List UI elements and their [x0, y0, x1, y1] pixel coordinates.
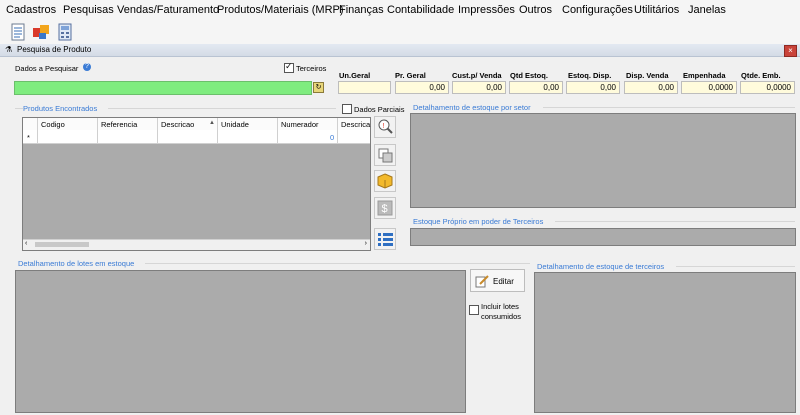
- stat-prgeral: 0,00: [395, 81, 449, 94]
- third-party-stock-title: Detalhamento de estoque de terceiros: [537, 262, 665, 271]
- menu-janelas[interactable]: Janelas: [688, 4, 726, 16]
- numerador-cell[interactable]: 0: [330, 133, 334, 142]
- col-divider: [157, 118, 158, 143]
- parciais-label: Dados Parciais: [354, 105, 405, 114]
- third-party-stock-group-line: [676, 266, 795, 267]
- menu-utilitarios[interactable]: Utilitários: [634, 4, 679, 16]
- stat-dispvenda: 0,00: [624, 81, 678, 94]
- stat-qtdestoq: 0,00: [509, 81, 563, 94]
- terceiros-label: Terceiros: [296, 64, 327, 73]
- stat-custvenda: 0,00: [452, 81, 506, 94]
- col-descricao2[interactable]: Descrica: [341, 120, 370, 129]
- lots-group-line: [145, 263, 530, 264]
- col-divider: [217, 118, 218, 143]
- search-go-icon[interactable]: ↻: [313, 82, 324, 93]
- flag-icon[interactable]: [31, 22, 51, 42]
- dollar-icon[interactable]: $: [374, 197, 396, 219]
- edit-label: Editar: [493, 277, 514, 286]
- toolbar: [0, 20, 800, 45]
- products-title: Produtos Encontrados: [23, 104, 98, 113]
- menu-contabilidade[interactable]: Contabilidade: [387, 4, 454, 16]
- third-party-own-title: Estoque Próprio em poder de Terceiros: [413, 217, 544, 226]
- stat-header-prgeral: Pr. Geral: [395, 71, 426, 80]
- calculator-icon[interactable]: [55, 22, 75, 42]
- col-divider: [97, 118, 98, 143]
- products-grid[interactable]: Codigo Referencia Descricao ▲ Unidade Nu…: [22, 117, 371, 251]
- stat-header-qtdeemb: Qtde. Emb.: [741, 71, 781, 80]
- search-label: Dados a Pesquisar: [15, 64, 79, 73]
- parciais-checkbox[interactable]: [342, 104, 352, 114]
- stat-empenhada: 0,0000: [681, 81, 737, 94]
- list-icon[interactable]: [8, 22, 28, 42]
- stat-header-estoqdisp: Estoq. Disp.: [568, 71, 612, 80]
- col-divider: [37, 118, 38, 143]
- menu-pesquisas[interactable]: Pesquisas: [63, 4, 114, 16]
- window-icon: ⚗: [5, 45, 13, 54]
- list-icon[interactable]: [374, 228, 396, 250]
- svg-text:!: !: [383, 123, 385, 130]
- col-divider: [337, 118, 338, 143]
- copy-icon[interactable]: [374, 144, 396, 166]
- scroll-thumb[interactable]: [35, 242, 89, 247]
- search-input[interactable]: [14, 81, 312, 95]
- new-row-marker: *: [27, 133, 30, 142]
- col-unidade[interactable]: Unidade: [221, 120, 249, 129]
- third-party-stock-grid[interactable]: [534, 272, 796, 413]
- window-title: Pesquisa de Produto: [17, 45, 92, 54]
- menu-bar: Cadastros Pesquisas Vendas/Faturamento P…: [0, 0, 800, 20]
- col-divider: [277, 118, 278, 143]
- terceiros-checkbox[interactable]: [284, 61, 294, 73]
- grid-new-row[interactable]: [23, 130, 370, 144]
- products-group-line: [15, 108, 23, 109]
- edit-icon: [475, 275, 489, 288]
- scroll-left-icon[interactable]: ‹: [25, 240, 27, 247]
- third-party-own-group-line: [555, 221, 795, 222]
- sort-arrow-icon: ▲: [209, 120, 215, 126]
- box-icon[interactable]: [374, 170, 396, 192]
- include-lots-label-2: consumidos: [481, 312, 522, 321]
- sector-group-line: [543, 107, 795, 108]
- col-codigo[interactable]: Codigo: [41, 120, 65, 129]
- svg-text:$: $: [382, 203, 388, 215]
- lots-grid[interactable]: [15, 270, 466, 413]
- stat-header-empenhada: Empenhada: [683, 71, 726, 80]
- menu-configuracoes[interactable]: Configurações: [562, 4, 633, 16]
- stat-header-ungeral: Un.Geral: [339, 71, 371, 80]
- stat-header-custvenda: Cust.p/ Venda: [452, 71, 502, 80]
- menu-vendas[interactable]: Vendas/Faturamento: [117, 4, 219, 16]
- menu-produtos[interactable]: Produtos/Materiais (MRP): [217, 4, 344, 16]
- lots-title: Detalhamento de lotes em estoque: [18, 259, 135, 268]
- include-lots-checkbox[interactable]: [469, 305, 479, 315]
- col-descricao[interactable]: Descricao: [161, 120, 194, 129]
- help-icon[interactable]: ?: [83, 63, 91, 71]
- third-party-own-grid[interactable]: [410, 228, 796, 246]
- stat-qtdeemb: 0,0000: [740, 81, 795, 94]
- horizontal-scrollbar[interactable]: ‹ ›: [23, 239, 370, 250]
- stat-header-dispvenda: Disp. Venda: [626, 71, 669, 80]
- menu-cadastros[interactable]: Cadastros: [6, 4, 56, 16]
- menu-financas[interactable]: Finanças: [339, 4, 384, 16]
- window-titlebar: ⚗ Pesquisa de Produto ×: [0, 44, 800, 57]
- close-button[interactable]: ×: [784, 45, 797, 57]
- scroll-right-icon[interactable]: ›: [365, 240, 367, 247]
- search-icon-button[interactable]: !: [374, 116, 396, 138]
- col-referencia[interactable]: Referencia: [101, 120, 137, 129]
- menu-impressoes[interactable]: Impressões: [458, 4, 515, 16]
- col-numerador[interactable]: Numerador: [281, 120, 319, 129]
- products-group-line-right: [108, 108, 336, 109]
- sector-grid[interactable]: [410, 113, 796, 208]
- stat-header-qtdestoq: Qtd Estoq.: [510, 71, 548, 80]
- sector-title: Detalhamento de estoque por setor: [413, 103, 531, 112]
- stat-estoqdisp: 0,00: [566, 81, 620, 94]
- stat-ungeral: [338, 81, 391, 94]
- include-lots-label-1: Incluir lotes: [481, 302, 519, 311]
- edit-button[interactable]: Editar: [470, 269, 525, 292]
- menu-outros[interactable]: Outros: [519, 4, 552, 16]
